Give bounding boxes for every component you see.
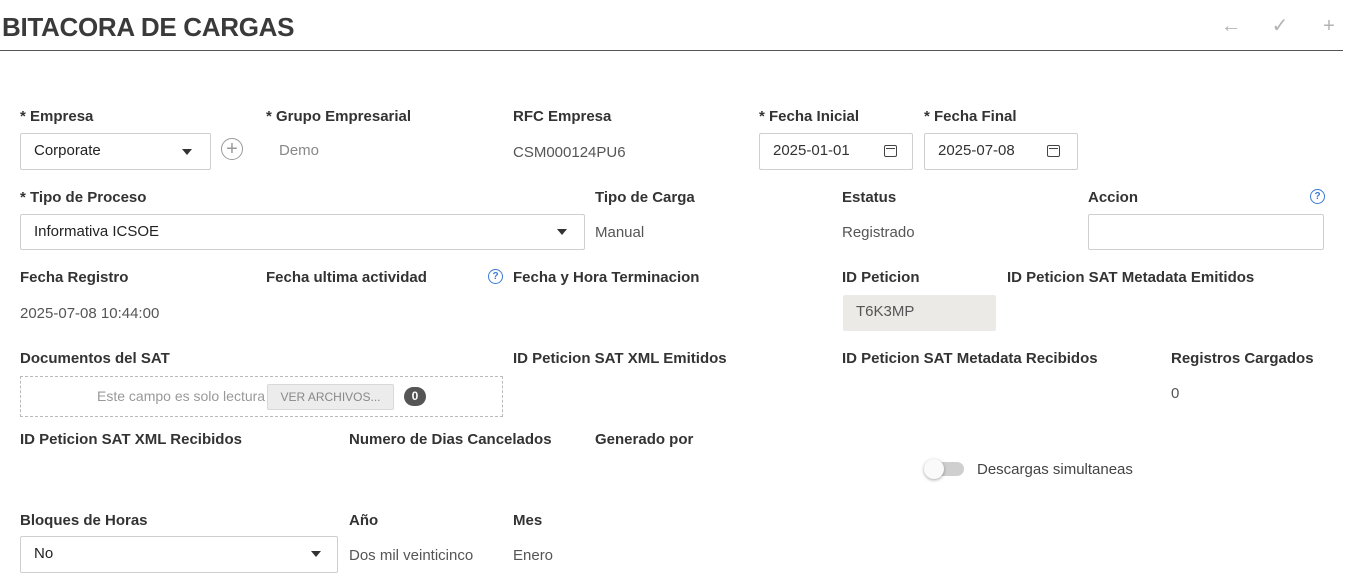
check-icon[interactable]: ✓ — [1268, 14, 1292, 38]
empresa-label: * Empresa — [20, 108, 94, 125]
calendar-icon[interactable] — [1047, 145, 1060, 157]
id-meta-emitidos-label: ID Peticion SAT Metadata Emitidos — [1007, 269, 1255, 286]
fecha-final-value: 2025-07-08 — [938, 142, 1015, 159]
file-count-badge: 0 — [404, 387, 426, 406]
fecha-ultima-label: Fecha ultima actividad — [266, 269, 427, 286]
estatus-value: Registrado — [842, 224, 915, 241]
mes-value: Enero — [513, 547, 554, 564]
tipo-proceso-label: * Tipo de Proceso — [20, 189, 147, 206]
title-divider — [0, 50, 1343, 51]
plus-icon[interactable]: + — [1317, 14, 1341, 38]
descargas-label: Descargas simultaneas — [977, 461, 1133, 478]
mes-label: Mes — [513, 512, 543, 529]
id-xml-emitidos-label: ID Peticion SAT XML Emitidos — [513, 350, 727, 367]
registros-label: Registros Cargados — [1171, 350, 1314, 367]
grupo-value: Demo — [279, 142, 320, 159]
estatus-label: Estatus — [842, 189, 897, 206]
empresa-select[interactable]: Corporate — [20, 133, 211, 170]
accion-label: Accion — [1088, 189, 1139, 206]
documentos-label: Documentos del SAT — [20, 350, 170, 367]
dias-cancelados-label: Numero de Dias Cancelados — [349, 431, 552, 448]
help-icon[interactable]: ? — [488, 269, 503, 284]
page-title: BITACORA DE CARGAS — [2, 12, 295, 42]
fecha-terminacion-label: Fecha y Hora Terminacion — [513, 269, 700, 286]
arrow-left-icon[interactable]: ← — [1219, 14, 1243, 38]
caret-down-icon — [182, 149, 192, 155]
help-icon[interactable]: ? — [1310, 189, 1325, 204]
tipo-proceso-select[interactable]: Informativa ICSOE — [20, 214, 585, 250]
caret-down-icon — [557, 229, 567, 235]
rfc-label: RFC Empresa — [513, 108, 612, 125]
id-xml-recibidos-label: ID Peticion SAT XML Recibidos — [20, 431, 242, 448]
id-peticion-value: T6K3MP — [856, 303, 915, 320]
fecha-inicial-field[interactable]: 2025-01-01 — [759, 133, 913, 170]
documentos-dropzone: Este campo es solo lectura VER ARCHIVOS.… — [20, 376, 503, 417]
grupo-label: * Grupo Empresarial — [266, 108, 412, 125]
descargas-toggle[interactable] — [924, 459, 964, 479]
calendar-icon[interactable] — [884, 145, 897, 157]
fecha-final-label: * Fecha Final — [924, 108, 1017, 125]
rfc-value: CSM000124PU6 — [513, 144, 626, 161]
id-peticion-field: T6K3MP — [843, 295, 996, 331]
caret-down-icon — [311, 551, 321, 557]
fecha-inicial-value: 2025-01-01 — [773, 142, 850, 159]
id-meta-recibidos-label: ID Peticion SAT Metadata Recibidos — [842, 350, 1098, 367]
tipo-carga-label: Tipo de Carga — [595, 189, 695, 206]
ver-archivos-button[interactable]: VER ARCHIVOS... — [267, 384, 394, 410]
fecha-final-field[interactable]: 2025-07-08 — [924, 133, 1078, 170]
fecha-inicial-label: * Fecha Inicial — [759, 108, 860, 125]
readonly-note: Este campo es solo lectura — [97, 388, 266, 404]
empresa-value: Corporate — [34, 142, 101, 159]
bloques-select[interactable]: No — [20, 536, 338, 573]
tipo-proceso-value: Informativa ICSOE — [34, 223, 160, 240]
add-empresa-icon[interactable]: + — [221, 138, 243, 160]
accion-input[interactable] — [1088, 214, 1324, 250]
generado-por-label: Generado por — [595, 431, 694, 448]
fecha-registro-value: 2025-07-08 10:44:00 — [20, 305, 160, 322]
bloques-label: Bloques de Horas — [20, 512, 148, 529]
registros-value: 0 — [1171, 385, 1180, 402]
anio-value: Dos mil veinticinco — [349, 547, 474, 564]
id-peticion-label: ID Peticion — [842, 269, 920, 286]
fecha-registro-label: Fecha Registro — [20, 269, 129, 286]
tipo-carga-value: Manual — [595, 224, 645, 241]
toggle-knob — [924, 459, 944, 479]
anio-label: Año — [349, 512, 379, 529]
bloques-value: No — [34, 545, 54, 562]
